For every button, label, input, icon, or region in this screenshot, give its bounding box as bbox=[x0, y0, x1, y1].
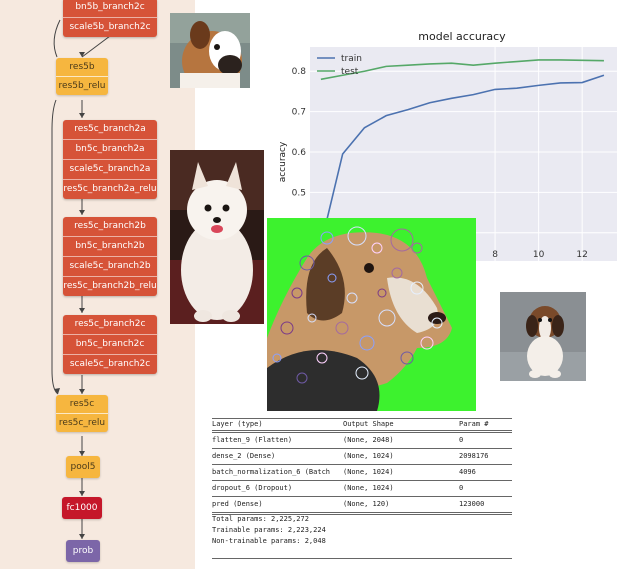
cell-shape: (None, 1024) bbox=[343, 452, 394, 460]
cell-shape: (None, 120) bbox=[343, 500, 390, 508]
network-graph-panel: bn5b_branch2c scale5b_branch2c res5b res… bbox=[0, 0, 195, 569]
cell-layer: dropout_6 (Dropout) bbox=[212, 484, 293, 492]
layer-label: res5c_branch2b_relu bbox=[63, 281, 157, 291]
trainable-params: Trainable params: 2,223,224 bbox=[212, 526, 326, 534]
non-trainable-params: Non-trainable params: 2,048 bbox=[212, 537, 326, 545]
beagle-keypoint-image bbox=[267, 218, 476, 411]
layer-label: bn5b_branch2c bbox=[63, 0, 157, 18]
layer-label: bn5c_branch2c bbox=[63, 335, 157, 355]
boxer-dog-photo bbox=[170, 13, 250, 88]
layer-group-res5c-branch2b[interactable]: res5c_branch2b bn5c_branch2b scale5c_bra… bbox=[63, 217, 157, 296]
node-label: res5c bbox=[56, 395, 108, 414]
cell-shape: (None, 1024) bbox=[343, 468, 394, 476]
header-layer: Layer (type) bbox=[212, 420, 263, 428]
chart-title: model accuracy bbox=[418, 30, 506, 43]
legend-label-train: train bbox=[341, 54, 362, 64]
layer-label: res5c_branch2a bbox=[63, 120, 157, 140]
pomeranian-dog-photo bbox=[170, 150, 264, 324]
y-tick-label: 0.7 bbox=[292, 108, 306, 118]
x-tick-label: 10 bbox=[533, 250, 545, 260]
layer-group-res5c-branch2c[interactable]: res5c_branch2c bn5c_branch2c scale5c_bra… bbox=[63, 315, 157, 374]
node-prob[interactable]: prob bbox=[66, 540, 100, 562]
cell-params: 4096 bbox=[459, 468, 476, 476]
node-pool5[interactable]: pool5 bbox=[66, 456, 100, 478]
node-relu-label: res5b_relu bbox=[58, 81, 106, 91]
cell-params: 123000 bbox=[459, 500, 485, 508]
table-row: dense_2 (Dense) (None, 1024) 2098176 bbox=[212, 451, 512, 462]
node-fc1000[interactable]: fc1000 bbox=[62, 497, 102, 519]
cell-params: 0 bbox=[459, 436, 464, 444]
table-header: Layer (type) Output Shape Param # bbox=[212, 419, 512, 430]
cell-shape: (None, 2048) bbox=[343, 436, 394, 444]
layer-label: res5c_branch2a_relu bbox=[63, 184, 157, 194]
chart-ylabel: accuracy bbox=[278, 141, 288, 182]
cell-layer: dense_2 (Dense) bbox=[212, 452, 276, 460]
header-params: Param # bbox=[459, 420, 489, 428]
node-label: res5b bbox=[56, 58, 108, 77]
y-tick-label: 0.8 bbox=[292, 67, 307, 77]
beagle-dog-photo bbox=[500, 292, 586, 381]
layer-label: bn5c_branch2a bbox=[63, 140, 157, 160]
cell-layer: batch_normalization_6 (Batch bbox=[212, 468, 331, 476]
layer-label: res5c_branch2c bbox=[63, 315, 157, 335]
layer-label: scale5c_branch2b bbox=[63, 257, 157, 277]
legend-label-test: test bbox=[341, 67, 359, 77]
node-res5c[interactable]: res5c res5c_relu bbox=[56, 395, 108, 432]
table-row: dropout_6 (Dropout) (None, 1024) 0 bbox=[212, 483, 512, 494]
x-tick-label: 8 bbox=[492, 250, 498, 260]
total-params: Total params: 2,225,272 bbox=[212, 515, 309, 523]
model-summary-table: Layer (type) Output Shape Param # flatte… bbox=[212, 418, 512, 559]
cell-layer: flatten_9 (Flatten) bbox=[212, 436, 293, 444]
y-tick-label: 0.5 bbox=[292, 188, 306, 198]
header-output-shape: Output Shape bbox=[343, 420, 394, 428]
table-row: batch_normalization_6 (Batch (None, 1024… bbox=[212, 467, 512, 478]
cell-params: 0 bbox=[459, 484, 464, 492]
layer-group-res5c-branch2a[interactable]: res5c_branch2a bn5c_branch2a scale5c_bra… bbox=[63, 120, 157, 199]
node-relu-label: res5c_relu bbox=[58, 418, 106, 428]
layer-label: scale5c_branch2c bbox=[69, 359, 151, 369]
layer-label: bn5c_branch2b bbox=[63, 237, 157, 257]
layer-label: scale5c_branch2a bbox=[63, 160, 157, 180]
cell-shape: (None, 1024) bbox=[343, 484, 394, 492]
table-row: pred (Dense) (None, 120) 123000 bbox=[212, 499, 512, 510]
cell-layer: pred (Dense) bbox=[212, 500, 263, 508]
x-tick-label: 12 bbox=[576, 250, 587, 260]
node-res5b[interactable]: res5b res5b_relu bbox=[56, 58, 108, 95]
table-row: flatten_9 (Flatten) (None, 2048) 0 bbox=[212, 435, 512, 446]
cell-params: 2098176 bbox=[459, 452, 489, 460]
layer-group-res5b-branch2c[interactable]: bn5b_branch2c scale5b_branch2c bbox=[63, 0, 157, 37]
layer-label: res5c_branch2b bbox=[63, 217, 157, 237]
layer-label: scale5b_branch2c bbox=[69, 22, 151, 32]
y-tick-label: 0.6 bbox=[292, 148, 307, 158]
